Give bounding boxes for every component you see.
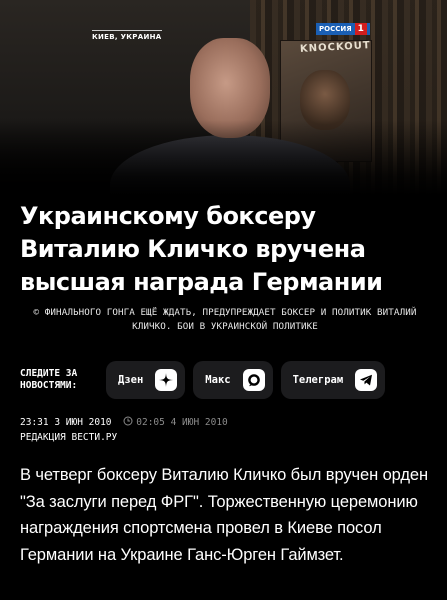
meta-dates: 23:31 3 ИЮН 2010 02:05 4 ИЮН 2010 [20, 415, 228, 430]
published-date: 23:31 3 ИЮН 2010 [20, 417, 112, 428]
hero-fade [0, 120, 447, 195]
channel-logo: РОССИЯ 1 [316, 23, 370, 35]
follow-bar: СЛЕДИТЕ ЗА НОВОСТЯМИ: Дзен Макс Телеграм [20, 360, 440, 400]
article-source[interactable]: РЕДАКЦИЯ ВЕСТИ.РУ [20, 430, 228, 445]
follow-label: СЛЕДИТЕ ЗА НОВОСТЯМИ: [20, 368, 78, 391]
update-icon [123, 416, 133, 426]
channel-number: 1 [354, 23, 367, 35]
max-link-label: Макс [205, 374, 231, 386]
dzen-link-label: Дзен [118, 374, 144, 386]
dzen-icon [155, 369, 178, 391]
article-meta: 23:31 3 ИЮН 2010 02:05 4 ИЮН 2010 РЕДАКЦ… [20, 415, 228, 445]
telegram-link-label: Телеграм [292, 374, 344, 386]
max-link[interactable]: Макс [193, 361, 273, 399]
updated-date-wrap: 02:05 4 ИЮН 2010 [123, 416, 228, 428]
telegram-icon [355, 369, 378, 391]
article-title: Украинскому боксеру Виталию Кличко вруче… [20, 202, 383, 296]
location-caption: КИЕВ, УКРАИНА [92, 30, 162, 41]
channel-name: РОССИЯ [319, 25, 352, 33]
max-icon [242, 369, 265, 391]
telegram-link[interactable]: Телеграм [280, 361, 386, 399]
article-body: В четверг боксеру Виталию Кличко был вру… [20, 466, 428, 564]
dzen-link[interactable]: Дзен [106, 361, 186, 399]
hero-image: KNOCKOUT КИЕВ, УКРАИНА РОССИЯ 1 [0, 0, 447, 195]
updated-date: 02:05 4 ИЮН 2010 [136, 417, 228, 428]
article-lead: © ФИНАЛЬНОГО ГОНГА ЕЩЁ ЖДАТЬ, ПРЕДУПРЕЖД… [33, 307, 417, 332]
